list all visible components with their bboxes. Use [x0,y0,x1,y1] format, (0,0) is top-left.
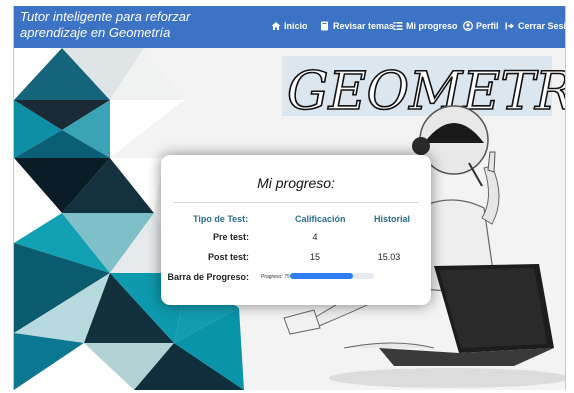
nav-cerrar-sesion-label: Cerrar Sesión [518,20,566,31]
book-icon [319,20,330,31]
progress-bar-track [290,273,374,279]
nav-mi-progreso-label: Mi progreso [406,20,458,31]
nav-perfil[interactable]: Perfil [462,20,499,31]
card-divider [173,202,419,203]
header-test-type: Tipo de Test: [193,214,249,224]
progress-card-title: Mi progreso: [257,175,335,191]
row-pre-test-label: Pre test: [212,232,249,242]
geometria-banner: GEOMETRIA [282,56,565,123]
row-post-test-history: 15.03 [377,252,401,262]
nav-inicio-label: Inicio [284,20,308,31]
header-history: Historial [374,214,411,224]
geometria-title-art: GEOMETRIA [287,62,565,122]
app-brand-title[interactable]: Tutor inteligente para reforzar aprendiz… [20,9,255,41]
progress-card: Mi progreso: Tipo de Test: Calificación … [161,155,431,305]
nav-cerrar-sesion[interactable]: Cerrar Sesión [504,20,566,31]
logout-icon [504,20,515,31]
user-icon [462,20,473,31]
header-score: Calificación [295,214,346,224]
top-navbar: Tutor inteligente para reforzar aprendiz… [14,6,565,48]
nav-revisar-temas-label: Revisar temas [333,20,395,31]
home-icon [270,20,281,31]
list-icon [392,20,403,31]
app-window: Tutor inteligente para reforzar aprendiz… [13,6,566,390]
row-pre-test-score: 4 [312,232,318,242]
row-post-test-score: 15 [309,252,320,262]
hero-background: GEOMETRIA Mi progreso: [14,48,565,390]
row-post-test-label: Post test: [207,252,249,262]
progress-bar-fill [290,273,353,279]
nav-mi-progreso[interactable]: Mi progreso [392,20,458,31]
nav-inicio[interactable]: Inicio [270,20,308,31]
nav-perfil-label: Perfil [476,20,499,31]
nav-revisar-temas[interactable]: Revisar temas [319,20,394,31]
progress-bar-label: Barra de Progreso: [167,272,249,282]
